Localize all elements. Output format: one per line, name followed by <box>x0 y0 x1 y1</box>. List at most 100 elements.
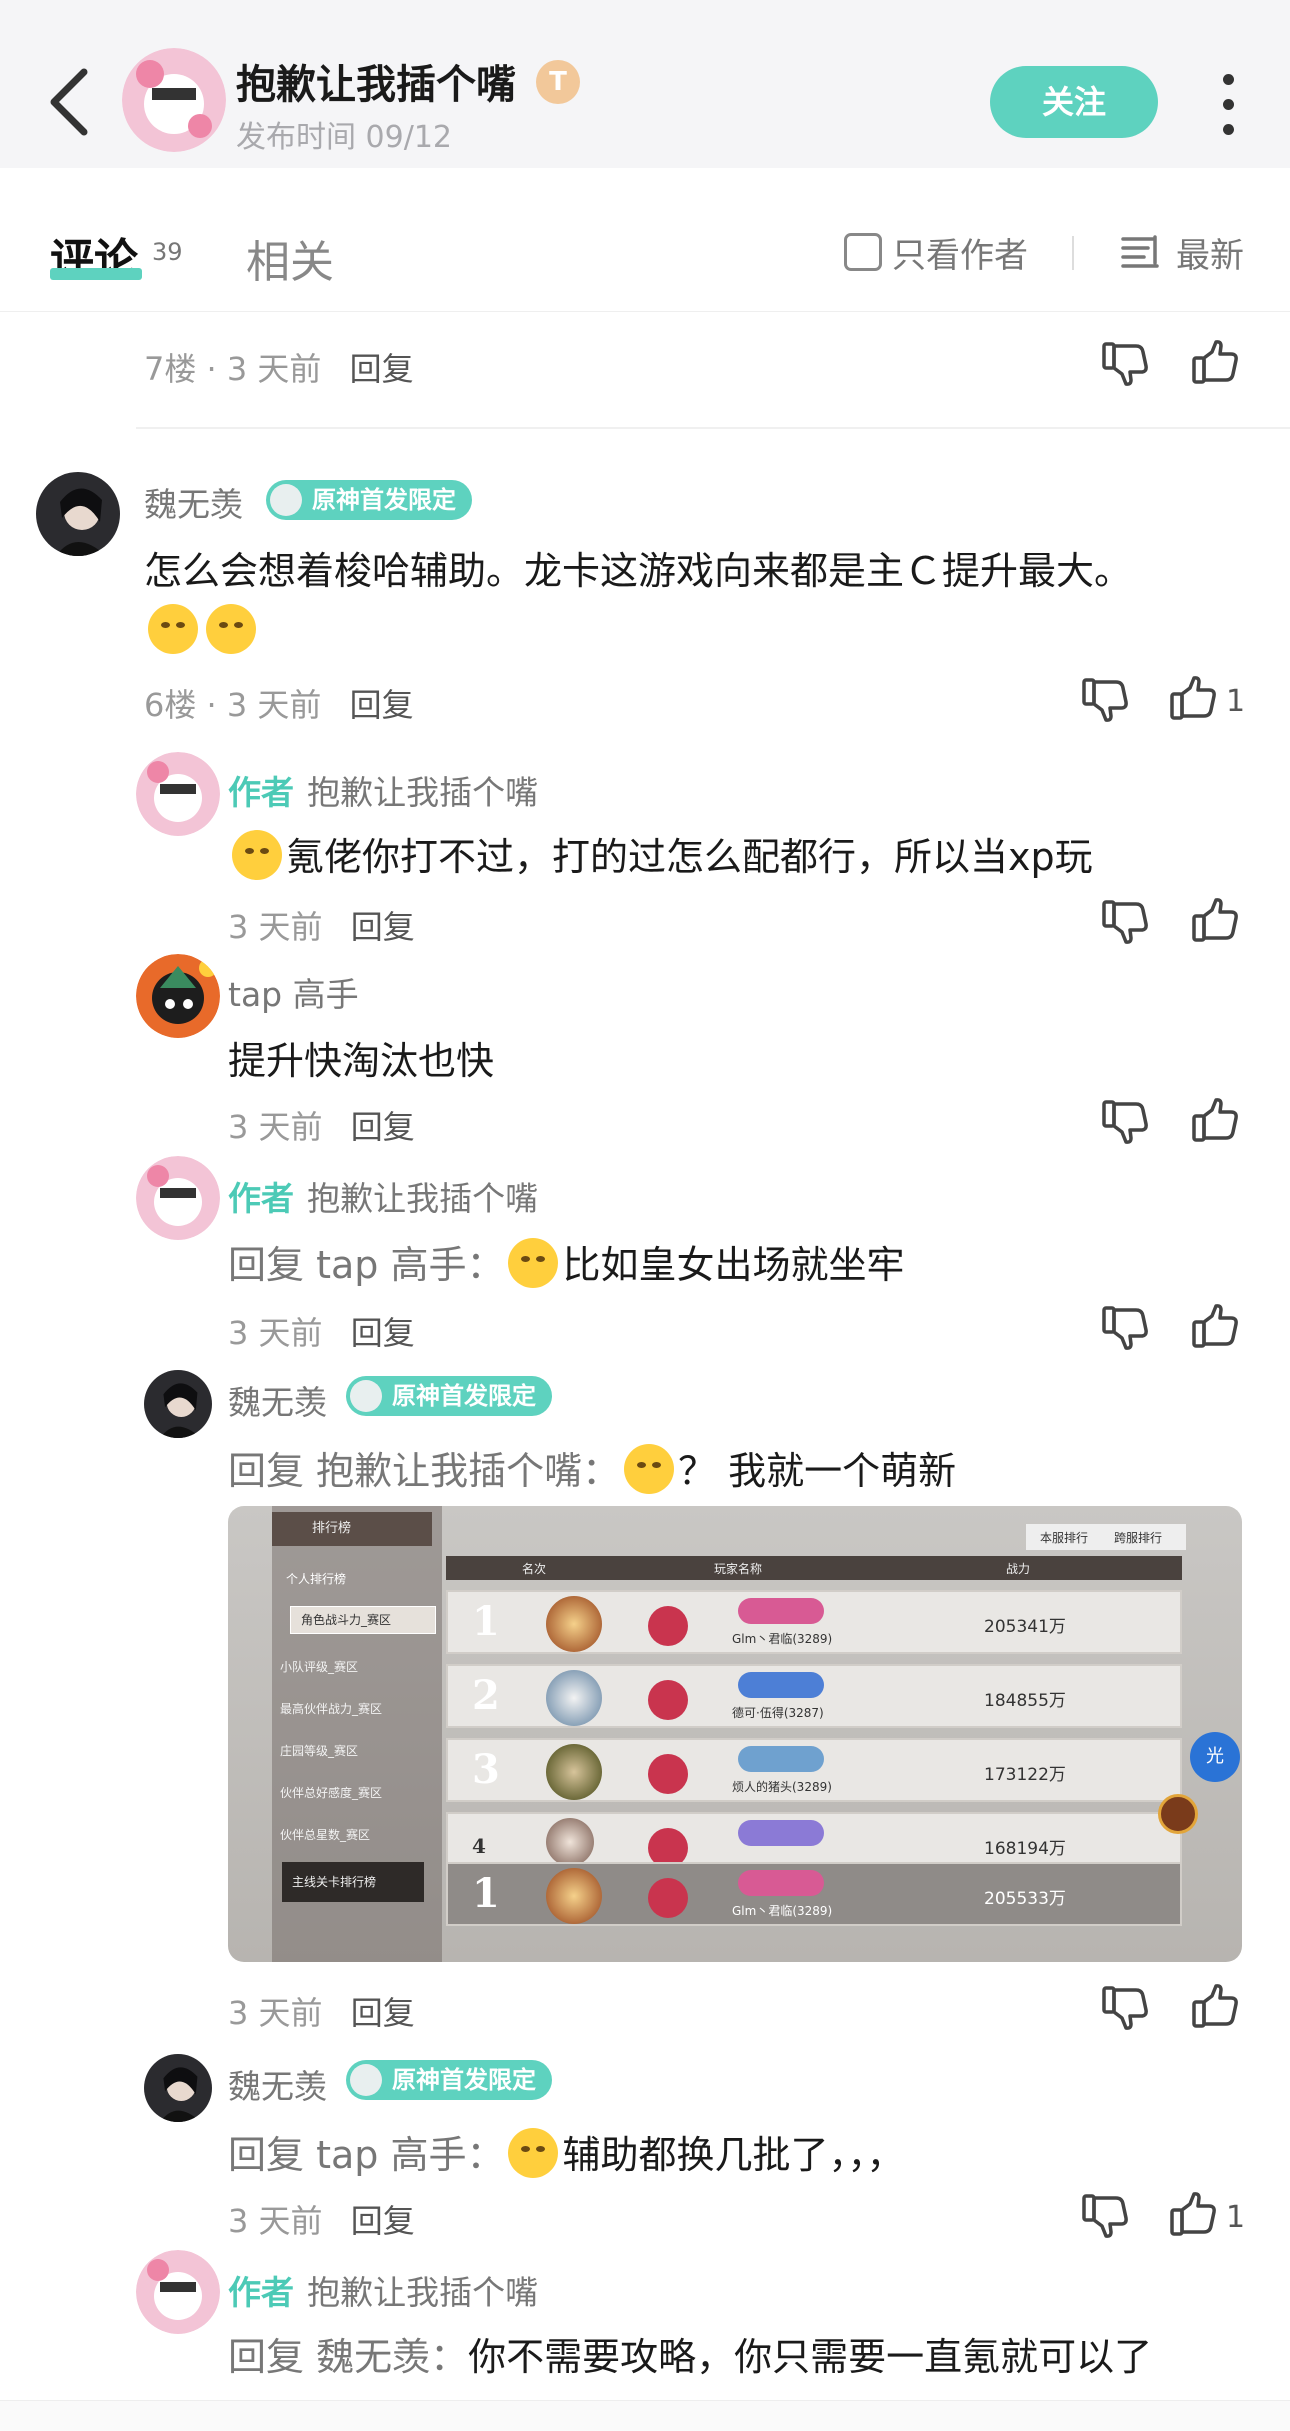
reply-header: 作者 抱歉让我插个嘴 <box>228 2266 538 2314</box>
menu-item: 小队评级_赛区 <box>280 1660 359 1674</box>
more-menu-button[interactable] <box>1208 74 1248 135</box>
emoji-icon <box>232 830 282 880</box>
dislike-button[interactable] <box>1100 1302 1150 1352</box>
author-avatar[interactable] <box>136 752 220 836</box>
commenter-avatar[interactable] <box>136 954 220 1038</box>
like-button[interactable] <box>1168 2190 1218 2240</box>
like-button[interactable] <box>1190 1982 1240 2032</box>
sort-list-icon <box>1121 235 1159 268</box>
commenter-name[interactable]: 魏无羡 <box>144 478 243 526</box>
comment-text: 回复 tap 高手： 比如皇女出场就坐牢 <box>228 1234 904 1289</box>
attached-image[interactable]: 排行榜 个人排行榜 角色战斗力_赛区 小队评级_赛区 最高伙伴战力_赛区 庄园等… <box>228 1506 1242 1962</box>
thumbs-up-icon <box>1192 898 1238 942</box>
thumbs-down-icon <box>1102 342 1148 386</box>
commenter-avatar[interactable] <box>144 1370 212 1438</box>
emoji-icon <box>508 1238 559 1288</box>
reply-to[interactable]: 回复 抱歉让我插个嘴： <box>228 1449 620 1493</box>
like-count: 1 <box>1226 684 1246 719</box>
reply-button[interactable]: 回复 <box>350 686 414 724</box>
tab-related[interactable]: 相关 <box>246 226 334 290</box>
more-dots-icon <box>1222 74 1234 85</box>
like-button[interactable] <box>1190 1096 1240 1146</box>
ranking-row: 1 Glm丶君临(3289) 205341万 <box>446 1590 1182 1654</box>
ranking-row: 1 Glm丶君临(3289) 205533万 <box>446 1862 1182 1926</box>
comment-meta: 3 天前 回复 <box>228 1314 415 1352</box>
reply-button[interactable]: 回复 <box>351 1994 415 2032</box>
commenter-avatar[interactable] <box>144 2054 212 2122</box>
divider <box>1072 236 1074 270</box>
like-button[interactable] <box>1190 896 1240 946</box>
comment-text: 氪佬你打不过，打的过怎么配都行，所以当xp玩 <box>228 826 1093 881</box>
comment-meta: 3 天前 回复 <box>228 2202 415 2240</box>
top-bar: 抱歉让我插个嘴 T 发布时间 09/12 关注 <box>0 0 1290 168</box>
comment-text: 怎么会想着梭哈辅助。龙卡这游戏向来都是主Ｃ提升最大。 <box>144 549 1133 593</box>
comment-text: 回复 tap 高手： 辅助都换几批了，，， <box>228 2124 904 2179</box>
dislike-button[interactable] <box>1100 1096 1150 1146</box>
thumbs-down-icon <box>1102 900 1148 944</box>
author-avatar[interactable] <box>136 1156 220 1240</box>
follow-button[interactable]: 关注 <box>990 66 1158 138</box>
badge-icon <box>350 1380 382 1412</box>
reply-to[interactable]: 回复 tap 高手： <box>228 2133 504 2177</box>
dislike-button[interactable] <box>1080 2190 1130 2240</box>
author-avatar[interactable] <box>136 2250 220 2334</box>
user-badge: 原神首发限定 <box>266 480 472 520</box>
commenter-name[interactable]: 魏无羡 <box>228 1376 327 1424</box>
comment-tabs-bar: 评论 39 相关 只看作者 最新 <box>0 168 1290 312</box>
comment-meta: 3 天前 回复 <box>228 1108 415 1146</box>
like-button[interactable] <box>1190 338 1240 388</box>
commenter-name[interactable]: 抱歉让我插个嘴 <box>307 1179 538 1218</box>
bottom-input-bar[interactable] <box>0 2400 1290 2431</box>
comment-meta: 7楼 · 3 天前 回复 <box>144 350 414 388</box>
comment-meta: 6楼 · 3 天前 回复 <box>144 686 414 724</box>
reply-button[interactable]: 回复 <box>351 1108 415 1146</box>
author-only-toggle[interactable]: 只看作者 <box>844 230 1028 276</box>
comment-text: 回复 魏无羡：你不需要攻略，你只需要一直氪就可以了 <box>228 2335 1153 2379</box>
commenter-name[interactable]: 抱歉让我插个嘴 <box>307 773 538 812</box>
dislike-button[interactable] <box>1100 896 1150 946</box>
thumbs-up-icon <box>1192 1304 1238 1348</box>
reply-button[interactable]: 回复 <box>351 2202 415 2240</box>
crying-emoji-icon <box>206 604 256 654</box>
menu-item: 伙伴总星数_赛区 <box>280 1828 371 1842</box>
thumbs-down-icon <box>1102 1306 1148 1350</box>
sort-label: 最新 <box>1176 235 1244 276</box>
author-tag: 作者 <box>228 1179 294 1218</box>
like-button[interactable] <box>1190 1302 1240 1352</box>
user-badge: 原神首发限定 <box>346 1376 552 1416</box>
dislike-button[interactable] <box>1100 338 1150 388</box>
reply-button[interactable]: 回复 <box>351 908 415 946</box>
reply-to[interactable]: 回复 tap 高手： <box>228 1243 504 1287</box>
dislike-button[interactable] <box>1080 674 1130 724</box>
commenter-name[interactable]: tap 高手 <box>228 968 359 1016</box>
menu-item: 伙伴总好感度_赛区 <box>280 1786 383 1800</box>
comment-meta: 3 天前 回复 <box>228 1994 415 2032</box>
commenter-avatar[interactable] <box>36 472 120 556</box>
reply-button[interactable]: 回复 <box>351 1314 415 1352</box>
ranking-title: 排行榜 <box>272 1512 432 1546</box>
thumbs-up-icon <box>1192 1098 1238 1142</box>
thumbs-up-icon <box>1170 2192 1216 2236</box>
commenter-name[interactable]: 魏无羡 <box>228 2060 327 2108</box>
reply-button[interactable]: 回复 <box>350 350 414 388</box>
reply-header: 作者 抱歉让我插个嘴 <box>228 1172 538 1220</box>
comment-divider <box>136 427 1290 429</box>
back-button[interactable] <box>44 64 96 140</box>
thumbs-down-icon <box>1082 678 1128 722</box>
ranking-row: 2 德可·伍得(3287) 184855万 <box>446 1664 1182 1728</box>
menu-item: 庄园等级_赛区 <box>280 1744 359 1758</box>
post-author-name[interactable]: 抱歉让我插个嘴 <box>236 52 516 110</box>
author-avatar[interactable] <box>122 48 226 152</box>
ranking-tabs: 本服排行 跨服排行 <box>1026 1524 1186 1550</box>
crying-emoji-icon <box>148 604 198 654</box>
reply-header: 作者 抱歉让我插个嘴 <box>228 766 538 814</box>
commenter-name[interactable]: 抱歉让我插个嘴 <box>307 2273 538 2312</box>
thumbs-down-icon <box>1082 2194 1128 2238</box>
reply-to[interactable]: 回复 魏无羡： <box>228 2335 468 2379</box>
sort-button[interactable]: 最新 <box>1120 230 1244 276</box>
like-button[interactable] <box>1168 674 1218 724</box>
dislike-button[interactable] <box>1100 1982 1150 2032</box>
menu-item: 角色战斗力_赛区 <box>290 1606 436 1634</box>
ranking-row: 3 烦人的猪头(3289) 173122万 <box>446 1738 1182 1802</box>
emoji-icon <box>624 1444 675 1494</box>
